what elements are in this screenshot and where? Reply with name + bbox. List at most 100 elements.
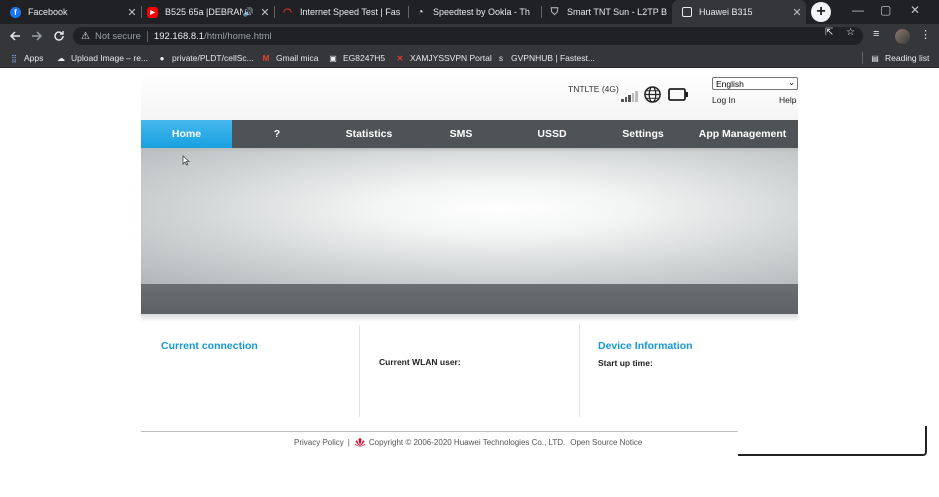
- bookmarks-divider: [862, 52, 863, 64]
- bookmarks-bar: ⣿ Apps ☁ Upload Image – re... ● private/…: [0, 48, 939, 68]
- back-button[interactable]: [6, 27, 24, 45]
- share-icon[interactable]: ⇱: [825, 27, 833, 38]
- globe-icon: [644, 86, 661, 103]
- menu-dots-icon[interactable]: ⋮: [920, 28, 931, 41]
- not-secure-label[interactable]: Not secure: [95, 31, 141, 42]
- router-icon: ▣: [329, 53, 337, 63]
- bookmark-eg8247h5[interactable]: ▣ EG8247H5: [328, 51, 385, 65]
- copyright-text: Copyright © 2006-2020 Huawei Technologie…: [368, 437, 566, 447]
- bookmark-label: Upload Image – re...: [71, 53, 149, 63]
- home-banner: [141, 148, 798, 284]
- back-arrow-icon: [9, 31, 20, 41]
- bookmark-gmail[interactable]: M Gmail mica: [261, 51, 319, 65]
- tab-smart-tnt[interactable]: ⛉ Smart TNT Sun - L2TP B: [539, 0, 672, 24]
- new-tab-button[interactable]: +: [811, 2, 831, 22]
- language-value: English: [716, 78, 744, 89]
- tab-title: B525 65a |DEBRAND: [165, 7, 243, 17]
- minimize-icon[interactable]: —: [852, 3, 864, 17]
- bookmark-label: GVPNHUB | Fastest...: [511, 53, 595, 63]
- footer: Privacy Policy | Copyright © 2006-2020 H…: [294, 436, 642, 448]
- gmail-icon: M: [262, 53, 270, 63]
- device-status-icon: [668, 88, 688, 101]
- open-source-notice-link[interactable]: Open Source Notice: [570, 438, 642, 447]
- login-link[interactable]: Log In: [712, 95, 736, 105]
- tab-title: Facebook: [28, 7, 68, 17]
- profile-avatar[interactable]: [895, 29, 910, 44]
- media-control-icon[interactable]: ≡: [873, 28, 879, 40]
- banner-shadow: [141, 314, 798, 322]
- reading-list-label: Reading list: [885, 53, 930, 63]
- tab-facebook[interactable]: f Facebook ✕: [0, 0, 141, 24]
- browser-toolbar: ⚠ Not secure 192.168.8.1/html/home.html …: [0, 24, 939, 48]
- privacy-policy-link[interactable]: Privacy Policy: [294, 438, 344, 447]
- current-connection-title: Current connection: [161, 340, 258, 352]
- forward-arrow-icon: [32, 31, 43, 41]
- banner-bottom-bar: [141, 284, 798, 314]
- startup-time-label: Start up time:: [598, 358, 653, 368]
- ookla-icon: ◔: [417, 6, 424, 18]
- tab-title: Internet Speed Test | Fas: [300, 7, 401, 17]
- tab-b525[interactable]: ▶ B525 65a |DEBRAND 🔊 ✕: [137, 0, 274, 24]
- device-information-title: Device Information: [598, 340, 693, 352]
- menu-app-management[interactable]: App Management: [691, 120, 794, 148]
- address-bar[interactable]: ⚠ Not secure 192.168.8.1/html/home.html: [73, 27, 863, 45]
- close-icon[interactable]: ✕: [788, 6, 806, 19]
- apps-grid-icon: ⣿: [11, 53, 17, 63]
- gvpn-icon: s: [499, 53, 503, 63]
- tab-title: Speedtest by Ookla - Th: [433, 7, 530, 17]
- shield-icon: ⛉: [550, 6, 559, 18]
- column-divider: [579, 325, 580, 417]
- help-link[interactable]: Help: [779, 95, 796, 105]
- bookmark-label: Gmail mica: [276, 53, 319, 63]
- network-name: TNTLTE (4G): [568, 84, 619, 94]
- forward-button[interactable]: [28, 27, 46, 45]
- speaker-icon[interactable]: 🔊: [243, 7, 254, 18]
- tab-ookla[interactable]: ◔ Speedtest by Ookla - Th: [405, 0, 541, 24]
- bookmark-upload-image[interactable]: ☁ Upload Image – re...: [56, 51, 148, 65]
- window-close-icon[interactable]: ✕: [910, 3, 920, 17]
- huawei-tab-icon: [682, 7, 692, 17]
- reload-icon: [54, 31, 64, 41]
- maximize-icon[interactable]: ▢: [880, 3, 891, 17]
- router-header: [141, 74, 798, 120]
- column-divider: [359, 325, 360, 417]
- youtube-icon: ▶: [147, 6, 158, 18]
- speedtest-icon: ◠: [283, 6, 292, 18]
- floating-panel: [738, 426, 927, 456]
- menu-help-question[interactable]: ?: [257, 120, 297, 148]
- reading-list[interactable]: ▤ Reading list: [870, 51, 929, 65]
- footer-divider: [141, 431, 798, 432]
- bookmark-github[interactable]: ● private/PLDT/cellSc...: [157, 51, 254, 65]
- bookmark-xamjyssvpn[interactable]: ✕ XAMJYSSVPN Portal: [395, 51, 492, 65]
- footer-separator: |: [347, 437, 350, 447]
- menu-ussd[interactable]: USSD: [524, 120, 580, 148]
- bookmark-gvpnhub[interactable]: s GVPNHUB | Fastest...: [496, 51, 595, 65]
- menu-home[interactable]: Home: [141, 120, 232, 148]
- tab-strip: f Facebook ✕ ▶ B525 65a |DEBRAND 🔊 ✕ ◠ I…: [0, 0, 939, 24]
- url-host: 192.168.8.1: [153, 30, 205, 42]
- huawei-logo-icon: [354, 437, 366, 447]
- menu-sms[interactable]: SMS: [436, 120, 486, 148]
- bookmark-label: Apps: [24, 53, 44, 63]
- tab-huawei-active[interactable]: Huawei B315 ✕: [672, 0, 806, 24]
- tab-internet-speed[interactable]: ◠ Internet Speed Test | Fas: [272, 0, 408, 24]
- bookmark-label: EG8247H5: [343, 53, 386, 63]
- reload-button[interactable]: [50, 27, 68, 45]
- signal-strength-icon: [621, 88, 639, 102]
- bookmark-apps[interactable]: ⣿ Apps: [9, 51, 43, 65]
- tab-title: Smart TNT Sun - L2TP B: [567, 7, 668, 17]
- warning-icon[interactable]: ⚠: [81, 31, 90, 42]
- tab-title: Huawei B315: [699, 7, 753, 17]
- wlan-user-label: Current WLAN user:: [379, 357, 461, 367]
- language-select[interactable]: English ⌄: [712, 77, 798, 90]
- main-menu: Home ? Statistics SMS USSD Settings App …: [141, 120, 798, 148]
- reading-list-icon: ▤: [871, 53, 879, 63]
- menu-settings[interactable]: Settings: [611, 120, 675, 148]
- menu-shadow: [141, 148, 798, 152]
- github-icon: ●: [159, 53, 165, 63]
- menu-statistics[interactable]: Statistics: [329, 120, 409, 148]
- url-path: /html/home.html: [204, 30, 272, 42]
- bookmark-star-icon[interactable]: ☆: [846, 27, 855, 38]
- bookmark-label: private/PLDT/cellSc...: [172, 53, 254, 63]
- bookmark-label: XAMJYSSVPN Portal: [410, 53, 492, 63]
